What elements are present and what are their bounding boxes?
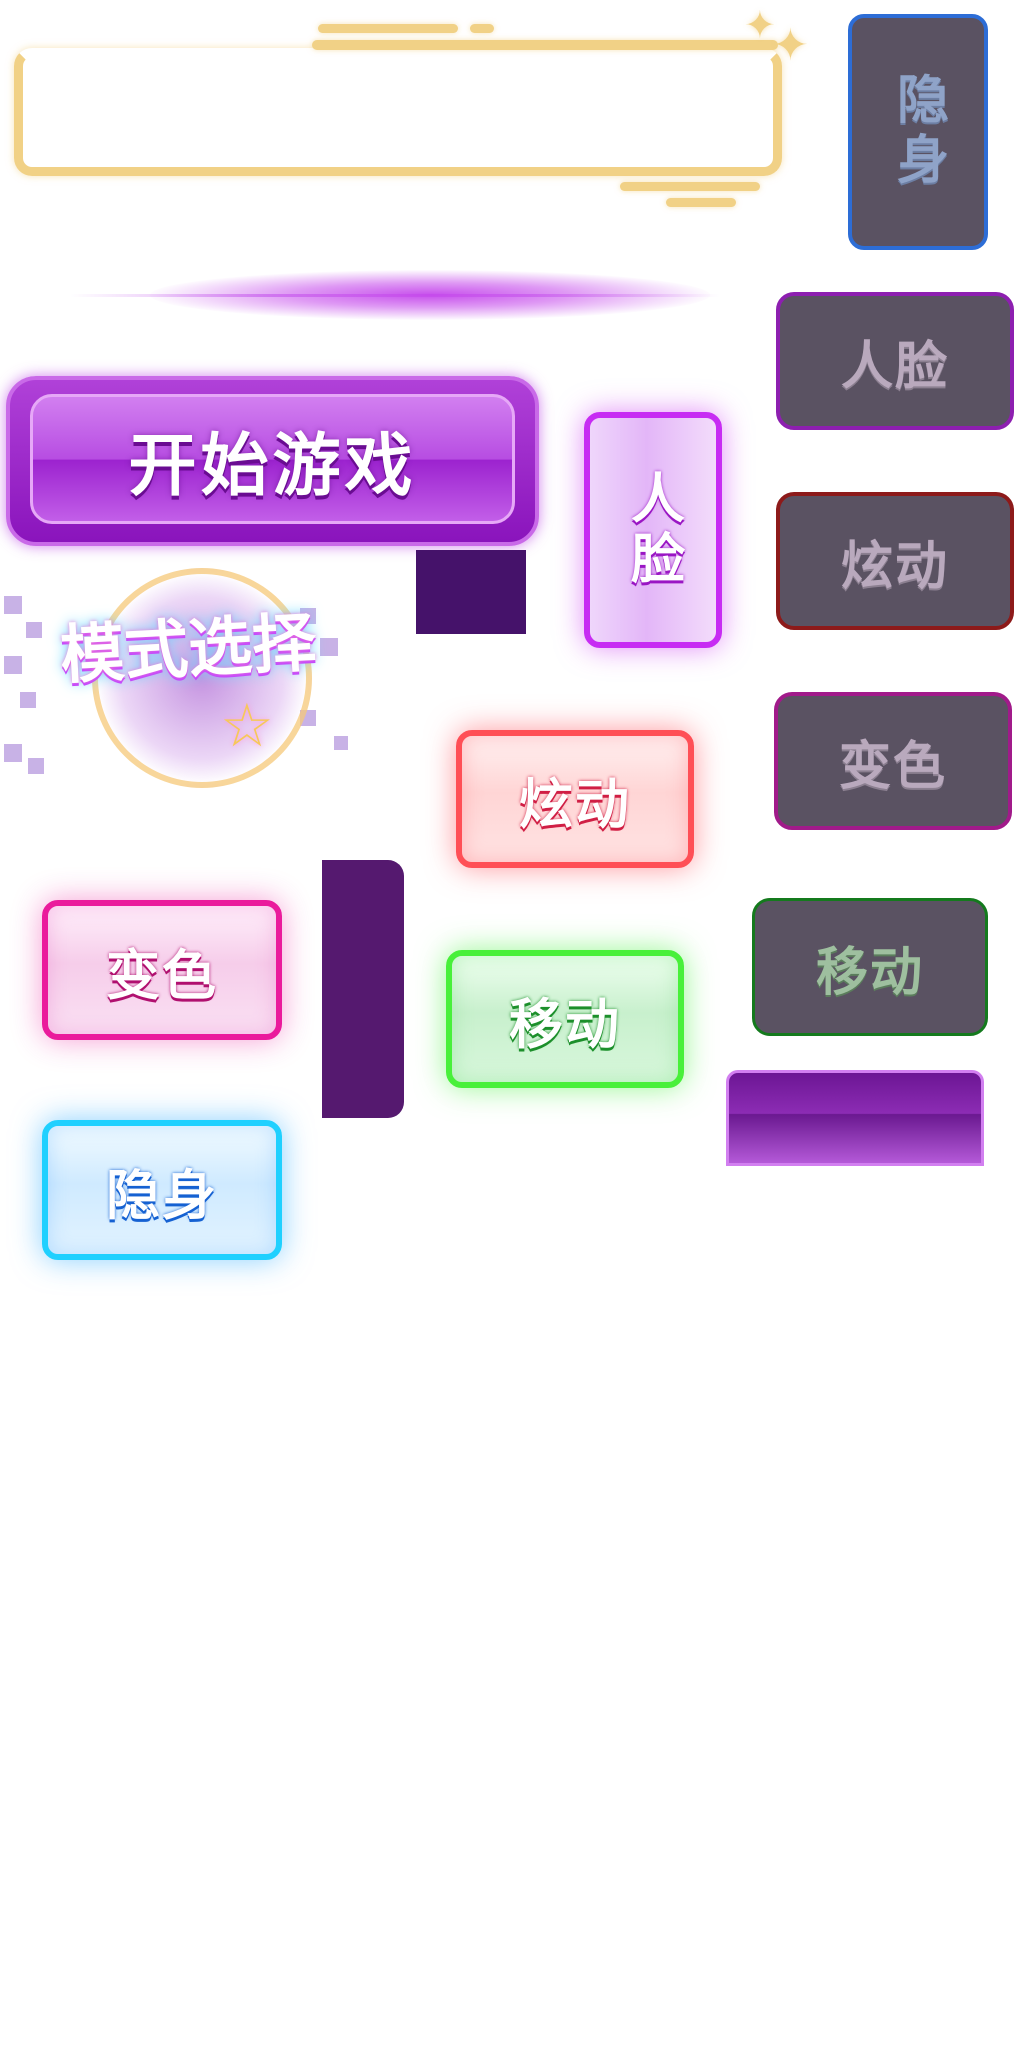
mode-select-title: 模式选择 (58, 606, 319, 694)
dark-purple-swatch (416, 550, 526, 634)
color-change-label: 变色 (106, 943, 218, 1007)
start-game-label: 开始游戏 (128, 426, 417, 506)
move-button-disabled[interactable]: 移动 (752, 898, 988, 1036)
dazzle-button-disabled[interactable]: 炫动 (776, 492, 1014, 630)
sparkle-icon: ✦ (772, 20, 809, 71)
dazzle-button[interactable]: 炫动 (456, 730, 694, 868)
star-icon: ☆ (220, 691, 274, 761)
face-disabled-label: 人脸 (840, 336, 949, 397)
frame-top-dot (470, 24, 494, 33)
dark-purple-tab (322, 860, 404, 1118)
frame-bottom-bar-short (666, 198, 736, 207)
frame-top-bar (312, 40, 778, 50)
frame-top-bar-short (318, 24, 458, 33)
color-disabled-label: 变色 (838, 736, 947, 797)
start-game-inner: 开始游戏 (30, 394, 515, 524)
move-label: 移动 (509, 992, 621, 1056)
hide-button[interactable]: 隐身 (42, 1120, 282, 1260)
frame-bottom-bar (620, 182, 760, 191)
hide-disabled-label: 隐身 (887, 72, 948, 192)
dazzle-label: 炫动 (519, 772, 631, 836)
color-change-button-disabled[interactable]: 变色 (774, 692, 1012, 830)
color-change-button[interactable]: 变色 (42, 900, 282, 1040)
glow-divider (150, 270, 710, 320)
hide-button-disabled[interactable]: 隐身 (848, 14, 988, 250)
move-disabled-label: 移动 (815, 942, 924, 1003)
face-button-disabled[interactable]: 人脸 (776, 292, 1014, 430)
dazzle-disabled-label: 炫动 (840, 536, 949, 597)
title-frame (14, 48, 782, 176)
purple-panel-strip (726, 1070, 984, 1166)
hide-label: 隐身 (106, 1163, 218, 1227)
start-game-button[interactable]: 开始游戏 (6, 376, 539, 546)
move-button[interactable]: 移动 (446, 950, 684, 1088)
mode-select-emblem[interactable]: ☆ 模式选择 (0, 560, 380, 790)
face-vertical-label: 人脸 (621, 470, 685, 590)
face-button-vertical[interactable]: 人脸 (584, 412, 722, 648)
